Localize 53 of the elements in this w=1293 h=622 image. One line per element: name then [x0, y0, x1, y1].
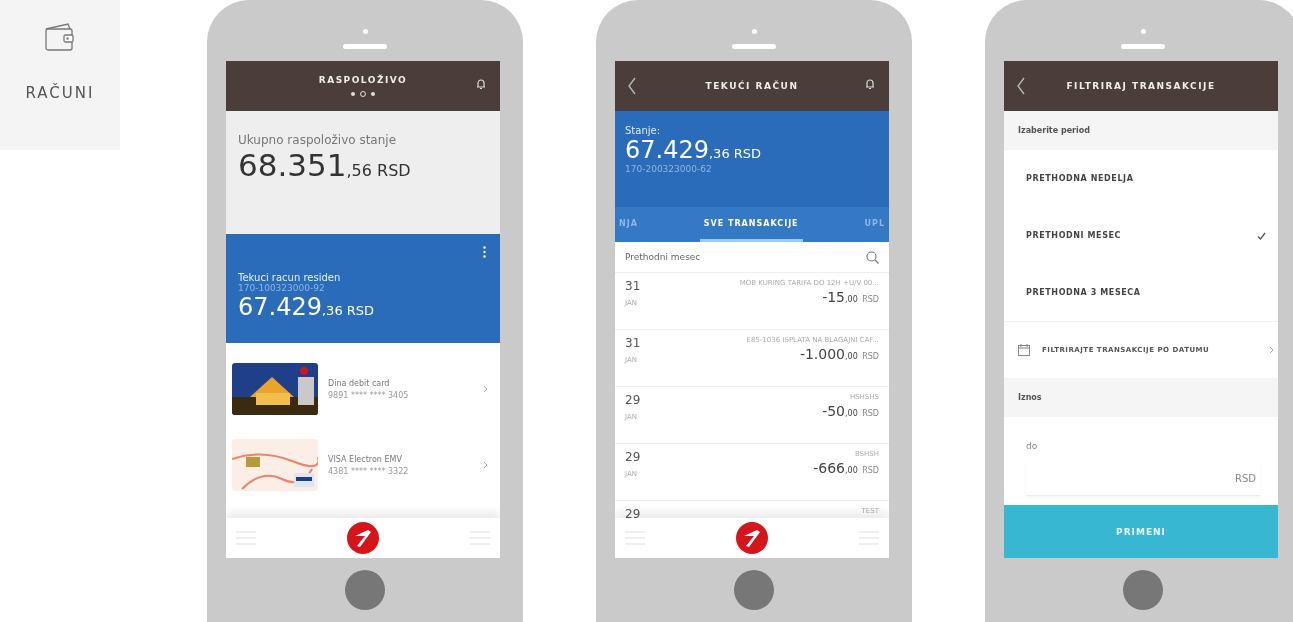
logo-icon[interactable] — [346, 521, 380, 555]
account-balance: 67.429,36 RSD — [238, 293, 376, 321]
period-label: Prethodni mesec — [625, 252, 701, 262]
tab[interactable]: SVE TRANSAKCIJE — [699, 207, 803, 242]
page-dot[interactable] — [371, 92, 375, 96]
card-number: 9891 **** **** 3405 — [328, 390, 410, 400]
section-label: Iznos — [1004, 378, 1278, 417]
chevron-right-icon — [1269, 346, 1274, 354]
transaction-day: 31 — [625, 336, 665, 350]
bell-icon[interactable] — [474, 77, 488, 91]
home-button[interactable] — [345, 570, 385, 610]
transaction-amount: -1.000,00 RSD — [799, 346, 879, 362]
transaction-amount: -15,00 RSD — [822, 289, 879, 305]
calendar-icon — [1018, 344, 1030, 356]
card-name: Dina debit card — [328, 378, 391, 388]
transaction-day: 29 — [625, 507, 665, 518]
account-card[interactable]: Tekuci racun residen 170-100323000-92 67.429,36 RSD — [226, 234, 500, 343]
page-dot[interactable] — [351, 92, 355, 96]
screen-title: RASPOLOŽIVO — [318, 75, 408, 85]
transaction-day: 29 — [625, 450, 665, 464]
home-button[interactable] — [1123, 570, 1163, 610]
back-icon[interactable] — [627, 77, 637, 95]
wallet-icon — [44, 22, 76, 52]
period-option[interactable]: PRETHODNI MESEC — [1004, 207, 1278, 264]
period-option[interactable]: PRETHODNA NEDELJA — [1004, 150, 1278, 207]
balance-label: Stanje: — [625, 125, 662, 136]
accounts-tile[interactable]: RAČUNI — [0, 0, 120, 150]
screen-title: TEKUĆI RAČUN — [705, 81, 799, 91]
total-amount: 68.351,56 RSD — [238, 147, 412, 183]
logo-icon[interactable] — [735, 521, 769, 555]
home-button[interactable] — [734, 570, 774, 610]
card-number: 4381 **** **** 3322 — [328, 466, 410, 476]
card-name: VISA Electron EMV — [328, 454, 403, 464]
more-icon[interactable] — [483, 246, 486, 258]
field-label: do — [1026, 441, 1039, 451]
account-name: Tekuci racun residen — [238, 272, 342, 283]
section-label: Izaberite period — [1004, 111, 1278, 150]
account-number: 170-200323000-62 — [625, 164, 713, 174]
transaction-amount: -666,00 RSD — [813, 460, 879, 476]
transaction-amount: -50,00 RSD — [822, 403, 879, 419]
back-icon[interactable] — [1016, 77, 1026, 95]
period-option[interactable]: PRETHODNA 3 MESECA — [1004, 264, 1278, 321]
screen-title: FILTRIRAJ TRANSAKCIJE — [1066, 81, 1216, 91]
total-label: Ukupno raspoloživo stanje — [238, 133, 398, 147]
chevron-right-icon[interactable] — [483, 385, 488, 393]
transaction-day: 31 — [625, 279, 665, 293]
search-icon[interactable] — [866, 250, 879, 264]
account-number: 170-100323000-92 — [238, 283, 326, 293]
bell-icon[interactable] — [863, 77, 877, 91]
balance-amount: 67.429,36 RSD — [625, 136, 763, 164]
transaction-day: 29 — [625, 393, 665, 407]
chevron-right-icon[interactable] — [483, 461, 488, 469]
amount-field[interactable]: RSD — [1026, 461, 1260, 496]
